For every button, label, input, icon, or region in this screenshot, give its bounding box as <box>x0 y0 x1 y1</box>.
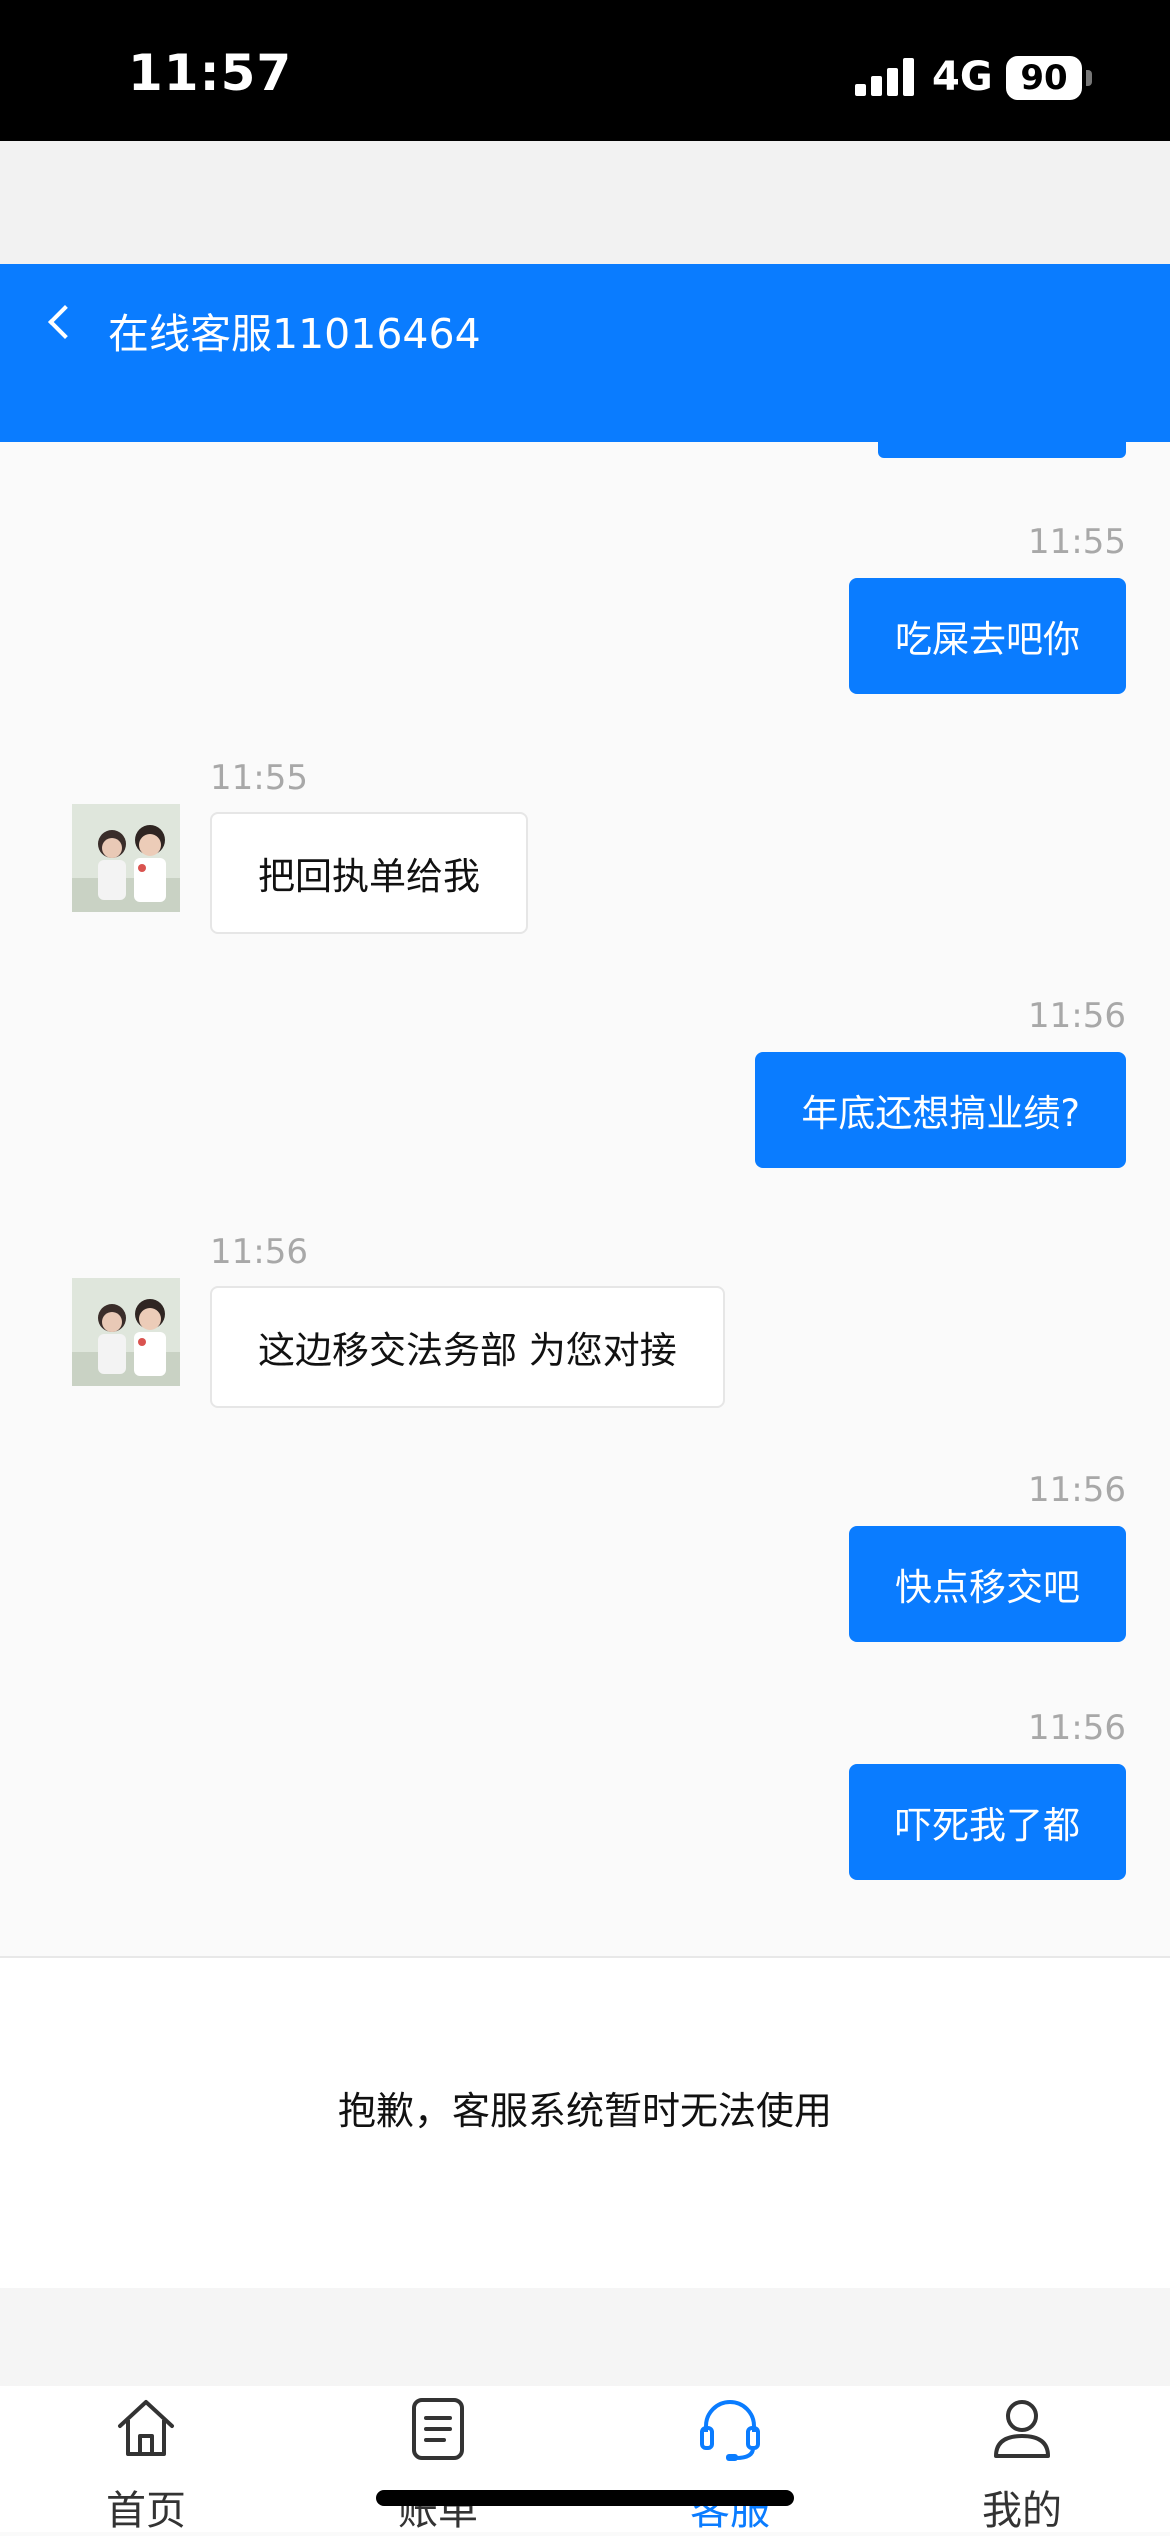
avatar-image <box>72 804 180 912</box>
message-timestamp: 11:55 <box>1028 522 1126 562</box>
battery-tip <box>1086 70 1092 86</box>
user-icon <box>994 2400 1050 2458</box>
tab-label: 账单 <box>398 2488 478 2534</box>
tab-bar: 首页 账单 客服 我的 <box>0 2386 1170 2534</box>
tab-label: 客服 <box>690 2488 770 2534</box>
chat-list[interactable]: 11:55 吃屎去吧你 11:55 把回执单给我 11:56 年底还想搞业绩? … <box>0 442 1170 1956</box>
status-bar: 11:57 4G 90 <box>0 0 1170 141</box>
message-bubble-outgoing: 年底还想搞业绩? <box>755 1052 1126 1168</box>
message-bubble-incoming: 这边移交法务部 为您对接 <box>210 1286 725 1408</box>
message-timestamp: 11:56 <box>1028 996 1126 1036</box>
page-title: 在线客服11016464 <box>108 310 481 358</box>
message-bubble-outgoing <box>878 442 1126 458</box>
home-indicator[interactable] <box>376 2490 794 2506</box>
home-icon <box>118 2400 174 2456</box>
network-type: 4G <box>932 54 993 100</box>
message-timestamp: 11:56 <box>1028 1708 1126 1748</box>
tab-label: 我的 <box>982 2488 1062 2534</box>
battery-icon: 90 <box>1006 56 1082 100</box>
service-unavailable-notice: 抱歉，客服系统暂时无法使用 <box>337 2089 832 2133</box>
tab-home[interactable]: 首页 <box>0 2386 292 2534</box>
message-bubble-incoming: 把回执单给我 <box>210 812 528 934</box>
message-bubble-outgoing: 吃屎去吧你 <box>849 578 1126 694</box>
agent-avatar[interactable] <box>72 804 180 912</box>
avatar-image <box>72 1278 180 1386</box>
chevron-left-icon[interactable] <box>34 290 86 354</box>
tab-bill[interactable]: 账单 <box>292 2386 584 2534</box>
message-bubble-outgoing: 吓死我了都 <box>849 1764 1126 1880</box>
tabbar-spacer <box>0 2288 1170 2386</box>
message-timestamp: 11:56 <box>1028 1470 1126 1510</box>
tab-mine[interactable]: 我的 <box>876 2386 1168 2534</box>
cellular-signal-icon <box>855 58 915 96</box>
agent-avatar[interactable] <box>72 1278 180 1386</box>
headset-icon <box>700 2400 760 2461</box>
top-spacer <box>0 141 1170 265</box>
message-timestamp: 11:56 <box>210 1232 308 1272</box>
status-time: 11:57 <box>128 44 293 102</box>
bill-icon <box>412 2398 464 2460</box>
tab-label: 首页 <box>106 2488 186 2534</box>
message-timestamp: 11:55 <box>210 758 308 798</box>
tab-customer-service[interactable]: 客服 <box>584 2386 876 2534</box>
message-bubble-outgoing: 快点移交吧 <box>849 1526 1126 1642</box>
